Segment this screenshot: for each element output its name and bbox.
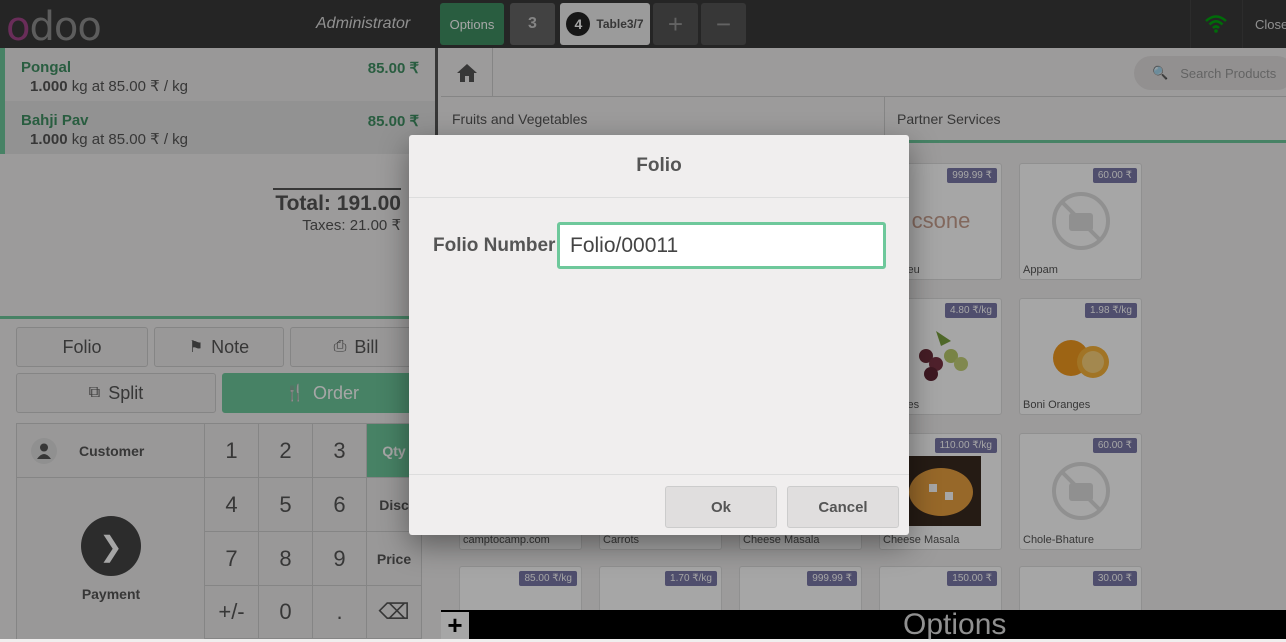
folio-number-label: Folio Number xyxy=(433,235,556,256)
ok-button[interactable]: Ok xyxy=(665,486,777,528)
dialog-footer: Ok Cancel xyxy=(409,474,909,535)
folio-number-input[interactable] xyxy=(557,222,886,269)
dialog-title: Folio xyxy=(409,135,909,198)
cancel-button[interactable]: Cancel xyxy=(787,486,899,528)
folio-dialog: Folio Folio Number Ok Cancel xyxy=(409,135,909,535)
